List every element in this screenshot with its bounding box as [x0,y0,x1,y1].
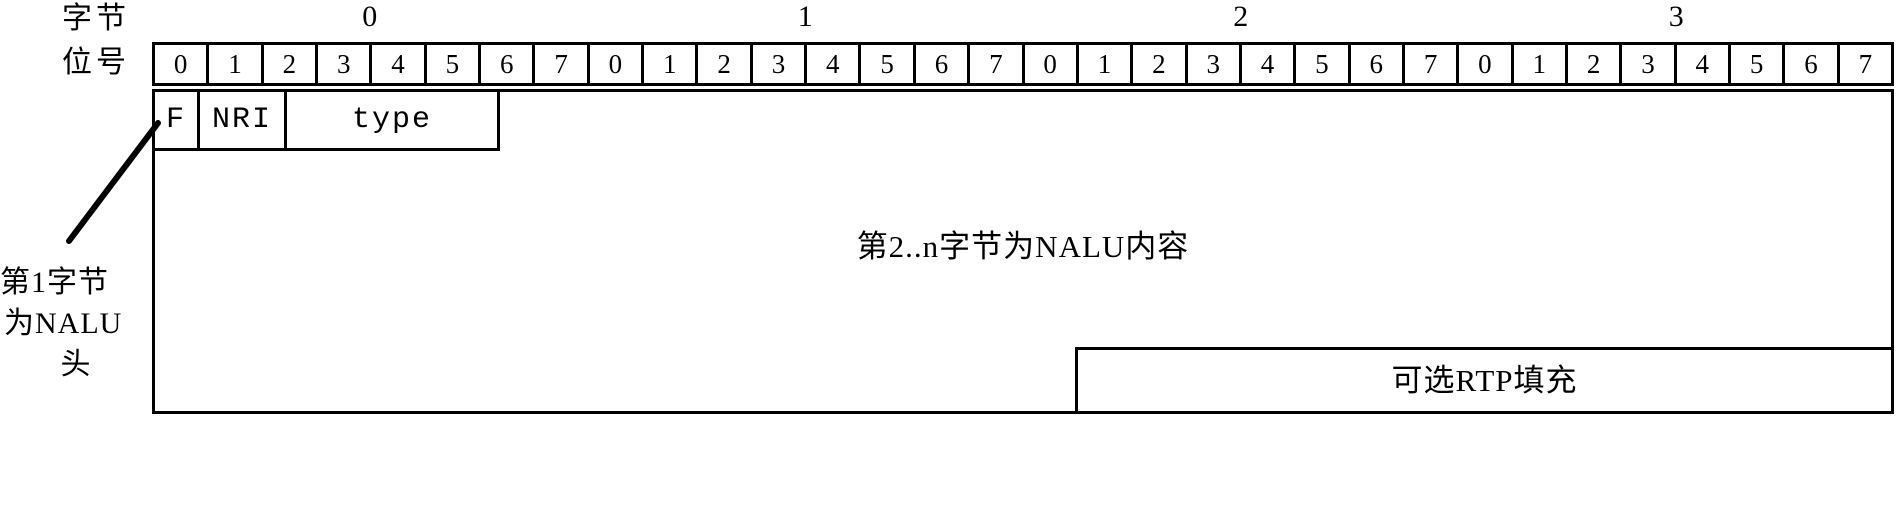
byte-number-strip: 0 1 2 3 [152,0,1894,40]
bit-cell-12: 4 [807,45,862,83]
byte-number-1: 1 [797,0,813,33]
bit-cell-15: 7 [970,45,1025,83]
bit-cell-17: 1 [1079,45,1134,83]
bit-cell-14: 6 [916,45,971,83]
bit-cell-30: 6 [1785,45,1840,83]
bit-cell-3: 3 [318,45,373,83]
bit-cell-31: 7 [1858,48,1873,79]
bit-cell-6: 6 [481,45,536,83]
bit-axis-label: 位号 [62,46,130,79]
first-byte-note-line-3: 头 [60,348,92,381]
first-byte-note-line-1: 第1字节 [0,266,109,299]
bit-cell-1: 1 [209,45,264,83]
bit-cell-28: 4 [1677,45,1731,83]
byte-number-3: 3 [1668,0,1684,33]
bit-cell-21: 5 [1296,45,1351,83]
bit-cell-25: 1 [1514,45,1568,83]
byte-number-2: 2 [1233,0,1249,33]
bit-cell-9: 1 [644,45,699,83]
first-byte-note: 第1字节 为NALU 头 [0,262,152,385]
first-byte-note-line-2: 为NALU [4,307,123,340]
byte-axis-label: 字节 [62,2,130,35]
byte-number-0: 0 [362,0,378,33]
bit-cell-23: 7 [1405,45,1460,83]
nalu-header-field-1: NRI [200,92,287,148]
bit-cell-22: 6 [1351,45,1405,83]
bit-cell-18: 2 [1133,45,1188,83]
bit-cell-13: 5 [861,45,916,83]
rtp-padding-label: 可选RTP填充 [1391,362,1578,398]
nalu-header-field-2: type [351,103,432,137]
bit-cell-20: 4 [1242,45,1297,83]
nalu-header-field-0: F [155,92,200,148]
leader-line-icon [66,120,161,244]
bit-cell-8: 0 [590,45,645,83]
bit-cell-27: 3 [1622,45,1677,83]
bit-cell-7: 7 [535,45,590,83]
bit-cell-2: 2 [264,45,319,83]
bit-number-strip: 01234567012345670123456701234567 [152,42,1894,86]
bit-cell-29: 5 [1731,45,1786,83]
bit-cell-19: 3 [1188,45,1242,83]
bit-cell-16: 0 [1025,45,1079,83]
bit-cell-10: 2 [698,45,753,83]
nalu-payload-label: 第2..n字节为NALU内容 [856,229,1190,264]
bit-cell-24: 0 [1459,45,1514,83]
bit-cell-5: 5 [427,45,482,83]
nalu-packet-diagram: 字节 位号 0123 01234567012345670123456701234… [0,0,1899,514]
rtp-padding-box: 可选RTP填充 [1075,347,1894,414]
bit-cell-11: 3 [753,45,808,83]
bit-cell-4: 4 [372,45,427,83]
bit-cell-0: 0 [155,45,210,83]
bit-cell-26: 2 [1568,45,1623,83]
nalu-header-row: F NRI type [152,89,500,151]
